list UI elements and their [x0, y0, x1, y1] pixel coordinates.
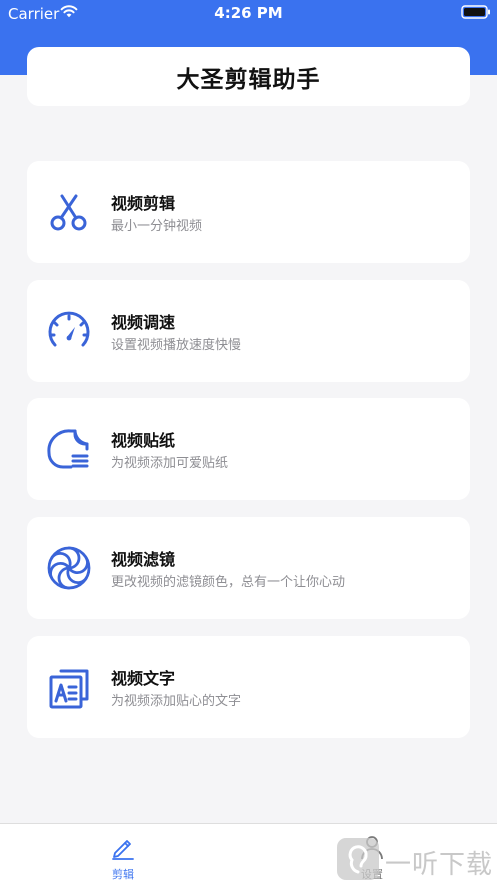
feature-subtitle: 为视频添加贴心的文字 — [111, 694, 242, 709]
feature-video-trim[interactable]: 视频剪辑 最小一分钟视频 — [27, 161, 470, 263]
feature-video-speed[interactable]: 视频调速 设置视频播放速度快慢 — [27, 280, 470, 382]
feature-title: 视频文字 — [111, 669, 176, 688]
scissors-icon — [50, 194, 87, 231]
feature-video-text[interactable]: 视频文字 为视频添加贴心的文字 — [27, 636, 470, 738]
feature-title: 视频贴纸 — [111, 431, 176, 450]
feature-title: 视频剪辑 — [111, 194, 176, 213]
status-time: 4:26 PM — [214, 4, 283, 22]
tab-edit[interactable]: 剪辑 — [0, 824, 248, 883]
aperture-icon — [47, 546, 91, 590]
pencil-icon — [112, 840, 134, 860]
feature-title: 视频调速 — [111, 313, 176, 332]
page-title: 大圣剪辑助手 — [176, 66, 321, 93]
feature-title: 视频滤镜 — [111, 550, 176, 569]
feature-subtitle: 为视频添加可爱贴纸 — [111, 456, 229, 471]
feature-video-filter[interactable]: 视频滤镜 更改视频的滤镜颜色，总有一个让你心动 — [27, 517, 470, 619]
title-card: 大圣剪辑助手 — [27, 47, 470, 106]
watermark-logo-icon — [337, 838, 379, 880]
text-document-icon — [49, 669, 89, 709]
watermark-ear-icon — [348, 845, 368, 874]
speedometer-icon — [48, 311, 90, 347]
watermark-text: 一听下载 — [385, 850, 494, 880]
feature-subtitle: 最小一分钟视频 — [111, 219, 203, 234]
battery-icon — [461, 5, 490, 19]
feature-subtitle: 设置视频播放速度快慢 — [111, 338, 242, 353]
watermark: 一听下载 — [337, 838, 497, 883]
status-bar: Carrier 4:26 PM — [0, 0, 497, 26]
feature-video-sticker[interactable]: 视频贴纸 为视频添加可爱贴纸 — [27, 398, 470, 500]
tab-edit-label: 剪辑 — [112, 868, 134, 881]
sticker-icon — [47, 429, 89, 469]
feature-subtitle: 更改视频的滤镜颜色，总有一个让你心动 — [111, 575, 346, 590]
